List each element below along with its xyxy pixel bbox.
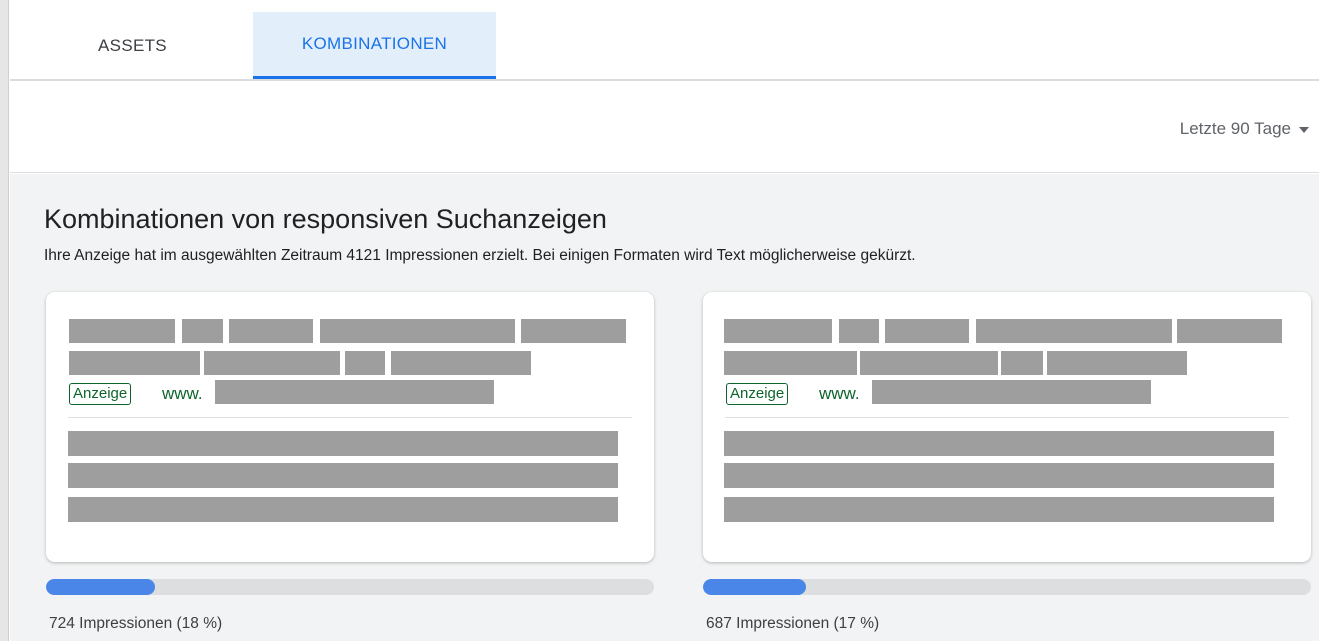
redacted-headline	[204, 351, 340, 375]
redacted-description	[724, 463, 1274, 488]
redacted-headline	[521, 319, 626, 343]
redacted-description	[724, 497, 1274, 522]
redacted-headline	[229, 319, 313, 343]
redacted-description	[724, 431, 1274, 456]
ad-preview-card: Anzeige www.	[46, 292, 654, 562]
redacted-description	[68, 463, 618, 488]
redacted-headline	[391, 351, 531, 375]
progress-fill	[703, 579, 807, 595]
redacted-headline	[724, 319, 832, 343]
redacted-url	[215, 380, 494, 404]
redacted-headline	[885, 319, 969, 343]
tab-bar: ASSETS KOMBINATIONEN	[10, 0, 1319, 81]
divider	[68, 417, 632, 418]
ad-badge: Anzeige	[726, 383, 789, 405]
date-range-dropdown[interactable]: Letzte 90 Tage	[1180, 119, 1309, 139]
redacted-headline	[839, 319, 879, 343]
impressions-label: 724 Impressionen (18 %)	[49, 615, 223, 632]
dropdown-arrow-icon	[1299, 127, 1309, 133]
tab-assets[interactable]: ASSETS	[50, 12, 215, 79]
ad-badge: Anzeige	[69, 383, 132, 405]
redacted-headline	[1001, 351, 1043, 375]
tab-kombinationen[interactable]: KOMBINATIONEN	[253, 12, 496, 79]
redacted-description	[68, 497, 618, 522]
main-content: Kombinationen von responsiven Suchanzeig…	[10, 174, 1319, 641]
date-range-label: Letzte 90 Tage	[1179, 119, 1291, 138]
redacted-url	[872, 380, 1151, 404]
redacted-headline	[724, 351, 857, 375]
section-subtitle: Ihre Anzeige hat im ausgewählten Zeitrau…	[44, 247, 916, 264]
section-title: Kombinationen von responsiven Suchanzeig…	[44, 204, 607, 234]
redacted-headline	[69, 351, 200, 375]
toolbar: Letzte 90 Tage	[10, 81, 1319, 173]
progress-fill	[46, 579, 156, 595]
ad-preview-card: Anzeige www.	[703, 292, 1311, 562]
ad-display-url: www.	[162, 384, 203, 403]
redacted-description	[68, 431, 618, 456]
redacted-headline	[976, 319, 1172, 343]
redacted-headline	[182, 319, 223, 343]
redacted-headline	[69, 319, 175, 343]
redacted-headline	[320, 319, 515, 343]
redacted-headline	[345, 351, 385, 375]
redacted-headline	[1047, 351, 1187, 375]
impressions-progress-bar	[46, 579, 654, 595]
redacted-headline	[1177, 319, 1282, 343]
impressions-label: 687 Impressionen (17 %)	[706, 615, 880, 632]
redacted-headline	[860, 351, 998, 375]
left-border	[0, 0, 9, 641]
ad-display-url: www.	[819, 384, 860, 403]
divider	[725, 417, 1289, 418]
impressions-progress-bar	[703, 579, 1311, 595]
